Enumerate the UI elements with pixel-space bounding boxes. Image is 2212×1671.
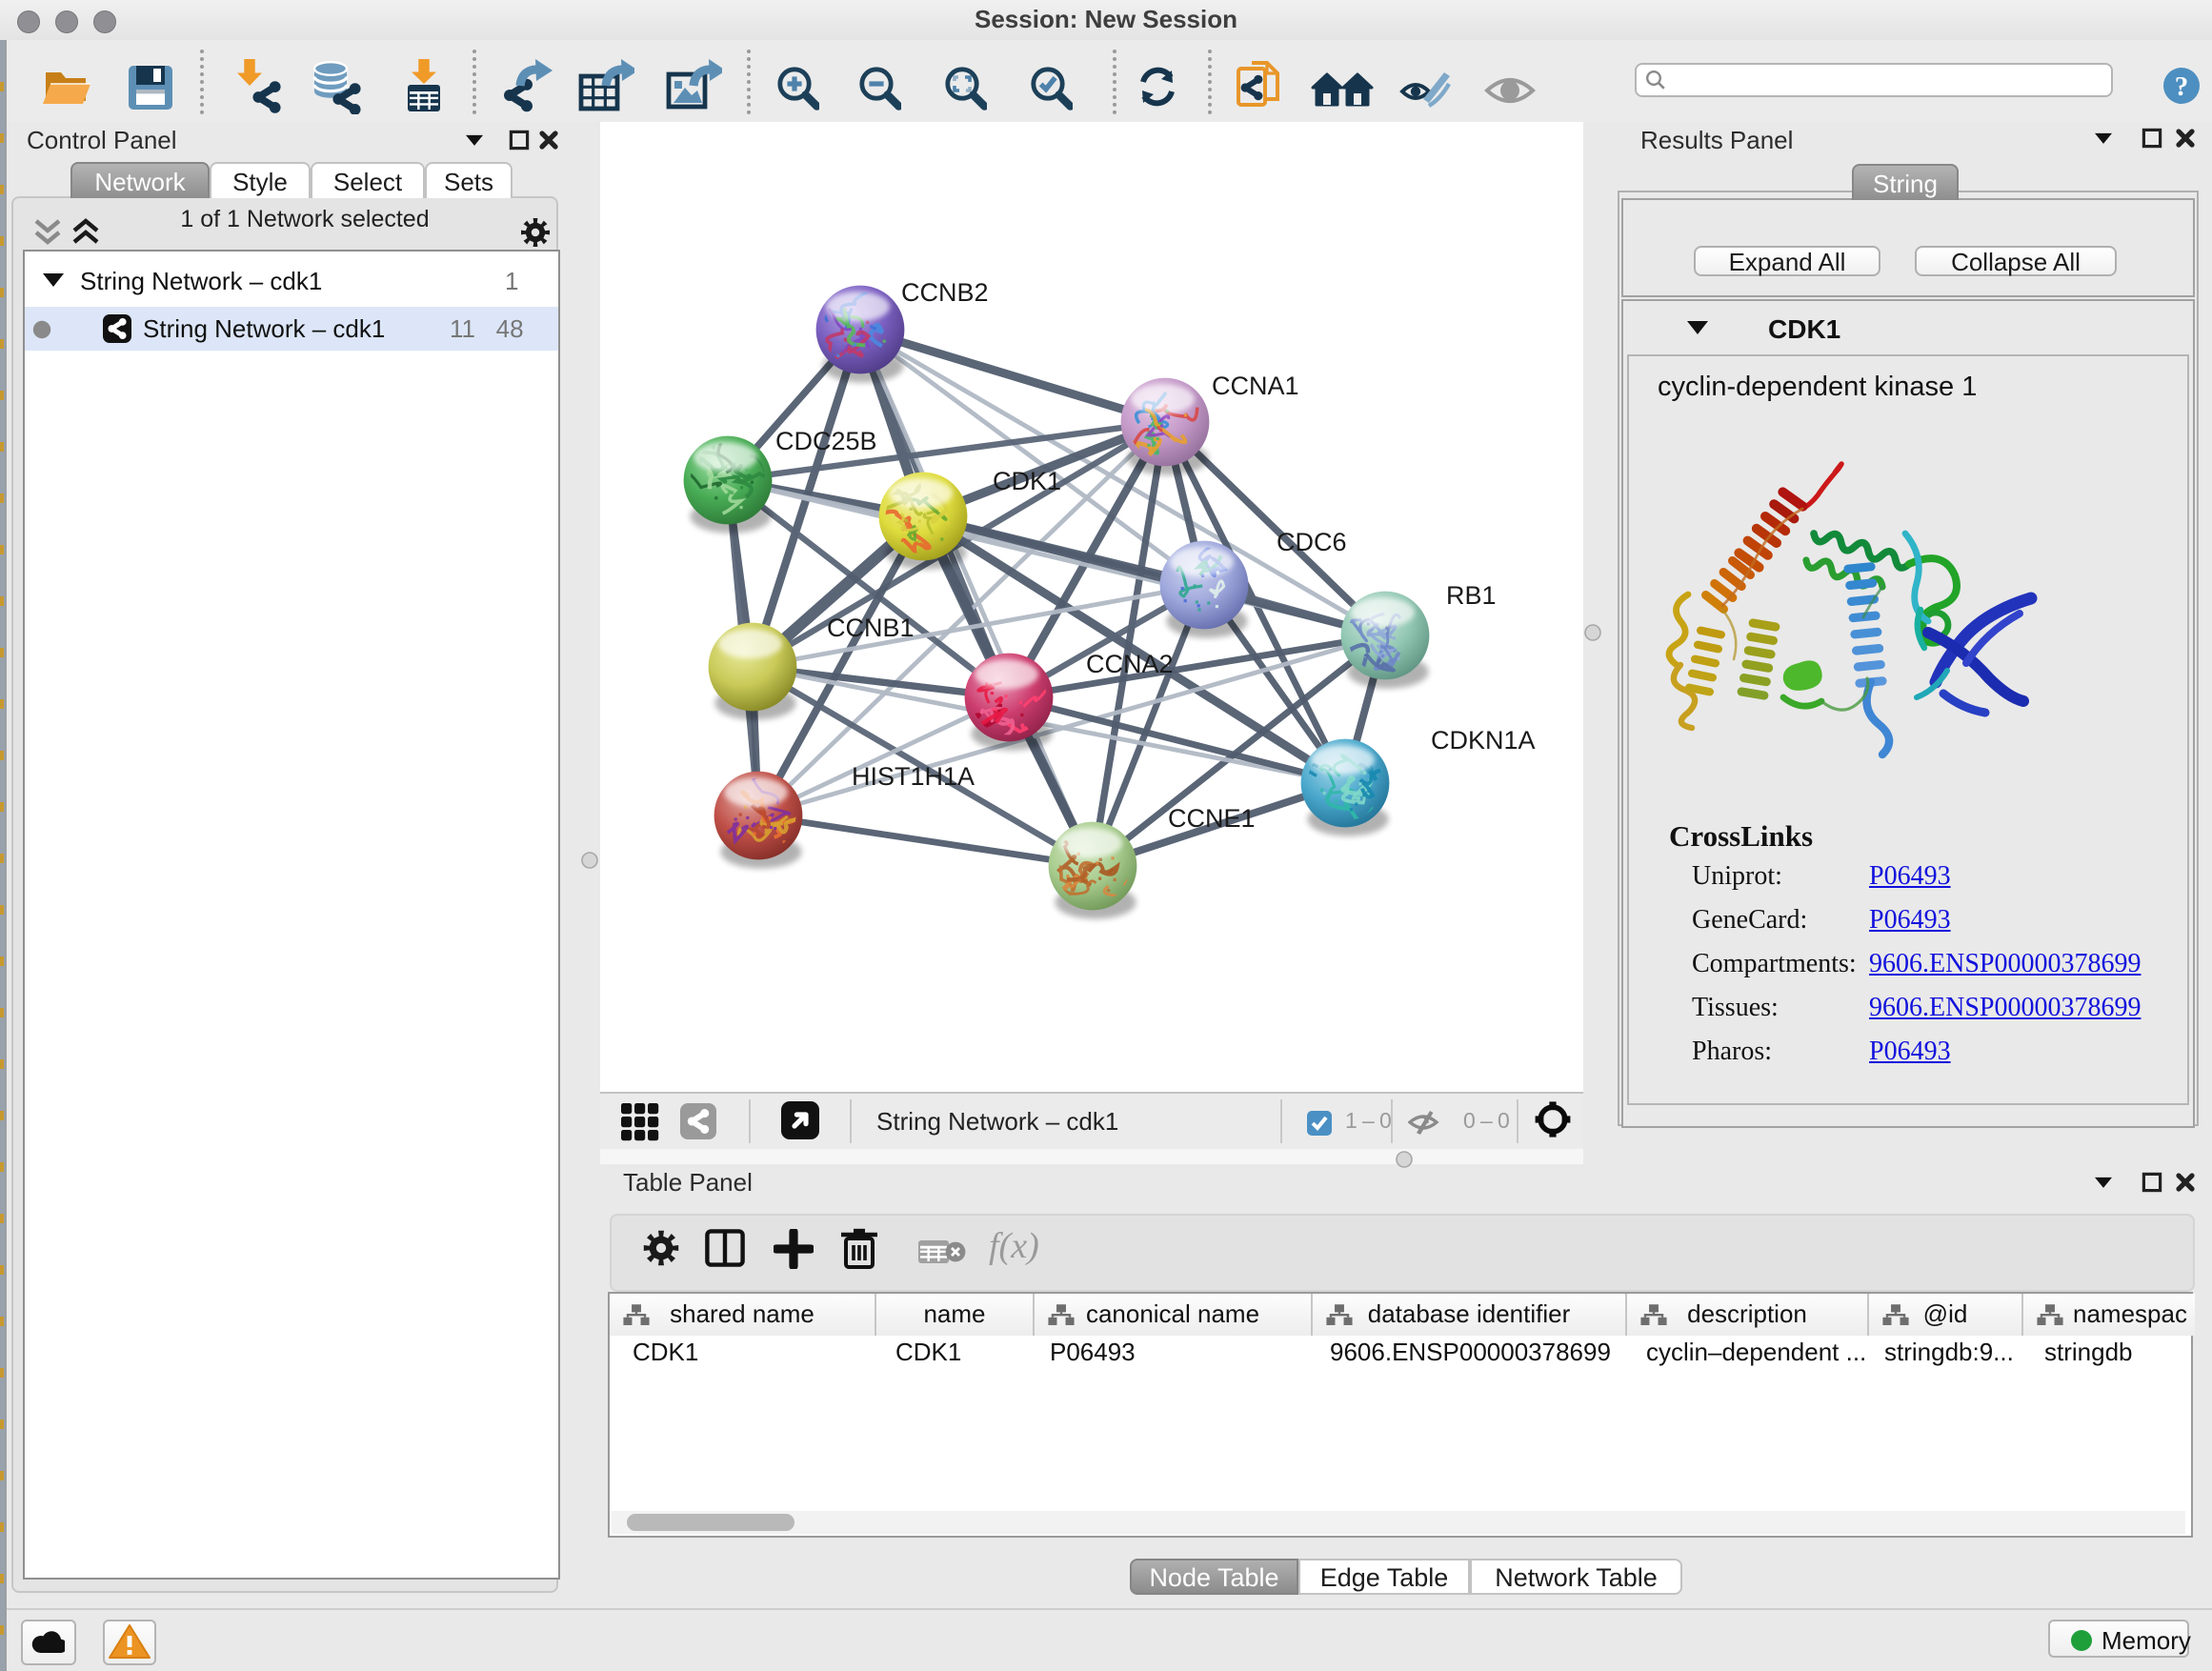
- svg-text:CDC25B: CDC25B: [775, 427, 877, 455]
- svg-text:CCNA1: CCNA1: [1212, 372, 1299, 400]
- svg-text:RB1: RB1: [1446, 581, 1497, 610]
- svg-text:CCNB1: CCNB1: [827, 614, 915, 642]
- svg-text:CDC6: CDC6: [1277, 528, 1347, 556]
- svg-text:CCNE1: CCNE1: [1168, 804, 1256, 833]
- svg-text:CDKN1A: CDKN1A: [1431, 726, 1536, 755]
- svg-text:?: ?: [2175, 71, 2189, 102]
- svg-text:CCNA2: CCNA2: [1086, 650, 1174, 678]
- svg-text:CCNB2: CCNB2: [901, 278, 989, 307]
- svg-text:CDK1: CDK1: [993, 467, 1061, 495]
- svg-text:HIST1H1A: HIST1H1A: [852, 762, 975, 791]
